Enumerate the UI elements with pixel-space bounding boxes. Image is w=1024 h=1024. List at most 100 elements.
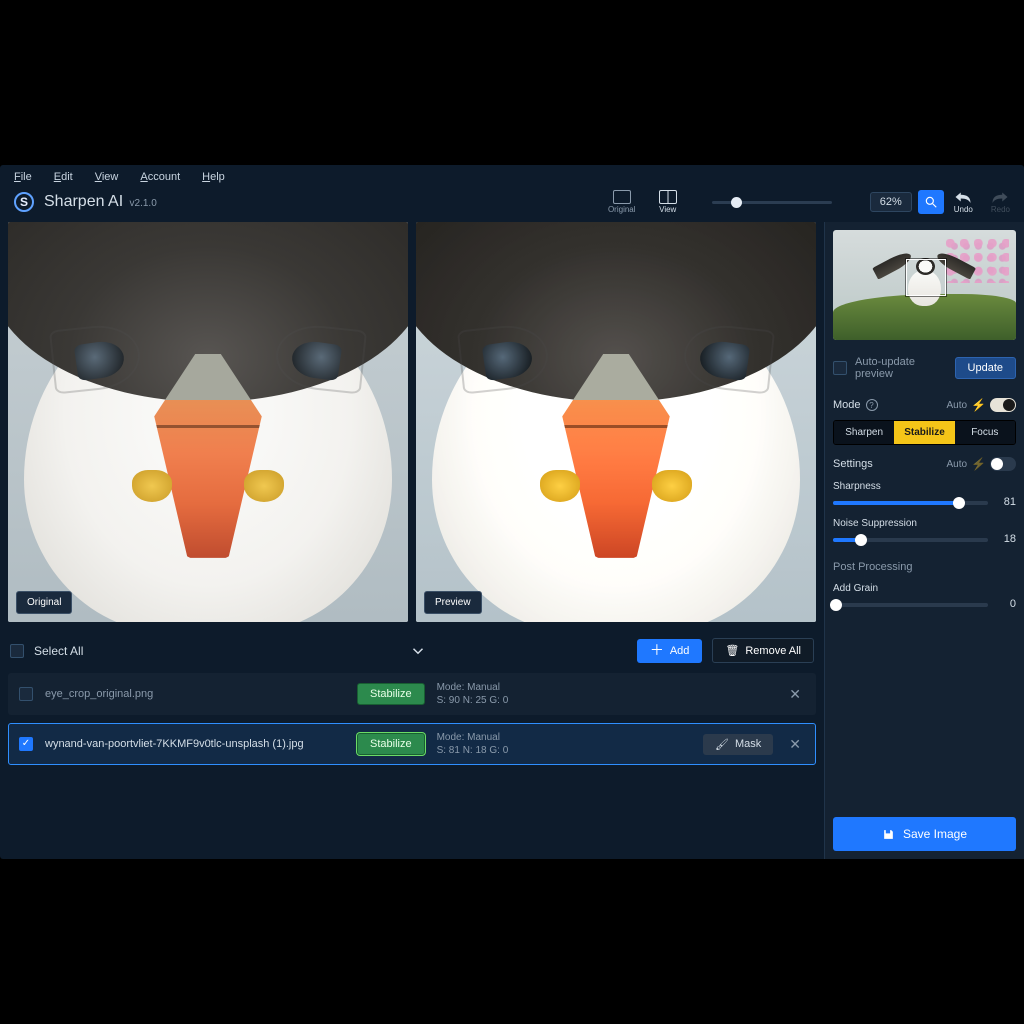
settings-sidebar: Auto-update preview Update Mode ? Auto ⚡… (824, 222, 1024, 859)
mode-tab-sharpen[interactable]: Sharpen (834, 421, 894, 444)
remove-all-button[interactable]: 🗑 Remove All (712, 638, 814, 663)
undo-label: Undo (954, 205, 973, 214)
preview-processed-image (416, 222, 816, 622)
magnifier-icon (924, 195, 938, 209)
preview-original-pane[interactable]: Original (8, 222, 408, 622)
view-split-label: View (659, 205, 676, 214)
mode-tabs: Sharpen Stabilize Focus (833, 420, 1016, 445)
mode-auto-toggle[interactable] (990, 398, 1016, 412)
file-mode-badge: Stabilize (357, 733, 425, 755)
zoom-slider[interactable] (712, 201, 832, 204)
noise-value: 18 (996, 533, 1016, 545)
file-params-line: S: 81 N: 18 G: 0 (437, 745, 509, 756)
noise-slider-thumb[interactable] (855, 534, 867, 546)
grain-value: 0 (996, 598, 1016, 610)
help-icon[interactable]: ? (866, 399, 878, 411)
preview-original-image (8, 222, 408, 622)
redo-icon (991, 190, 1009, 204)
menu-help[interactable]: Help (202, 171, 225, 183)
select-all-label: Select All (34, 644, 83, 658)
file-name: eye_crop_original.png (45, 688, 345, 700)
sharpness-slider[interactable] (833, 501, 988, 505)
menu-edit[interactable]: Edit (54, 171, 73, 183)
undo-icon (954, 190, 972, 204)
plus-icon: ＋ (650, 646, 664, 654)
menu-bar: File Edit View Account Help (0, 165, 1024, 186)
zoom-slider-thumb[interactable] (731, 197, 742, 208)
mask-button[interactable]: 🖌 Mask (703, 734, 773, 755)
chevron-down-icon[interactable] (409, 642, 427, 660)
add-file-button[interactable]: ＋ Add (637, 639, 703, 663)
mode-tab-stabilize[interactable]: Stabilize (894, 421, 954, 444)
noise-label: Noise Suppression (833, 518, 917, 529)
image-icon (613, 190, 631, 204)
mode-auto-label: Auto (946, 400, 967, 411)
preview-processed-pane[interactable]: Preview (416, 222, 816, 622)
settings-section-label: Settings (833, 458, 873, 470)
title-bar: S Sharpen AI v2.1.0 Original View 62% (0, 186, 1024, 222)
trash-icon: 🗑 (725, 644, 739, 657)
view-toggle: Original View (608, 190, 682, 214)
grain-slider[interactable] (833, 603, 988, 607)
preview-original-label: Original (16, 591, 72, 614)
file-meta: Mode: Manual S: 90 N: 25 G: 0 (437, 682, 509, 706)
menu-account[interactable]: Account (140, 171, 180, 183)
app-version: v2.1.0 (130, 198, 157, 209)
auto-update-checkbox[interactable] (833, 361, 847, 375)
bolt-icon: ⚡ (971, 398, 986, 412)
settings-auto-label: Auto (946, 459, 967, 470)
file-checkbox[interactable] (19, 687, 33, 701)
navigator-viewport[interactable] (906, 259, 946, 296)
mode-tab-focus[interactable]: Focus (955, 421, 1015, 444)
file-params-line: S: 90 N: 25 G: 0 (437, 695, 509, 706)
file-name: wynand-van-poortvliet-7KKMF9v0tlc-unspla… (45, 738, 345, 750)
file-remove-button[interactable]: ✕ (785, 686, 805, 703)
file-mode-line: Mode: Manual (437, 682, 509, 693)
post-processing-label: Post Processing (833, 561, 912, 573)
redo-button[interactable]: Redo (991, 190, 1010, 214)
file-remove-button[interactable]: ✕ (785, 736, 805, 753)
file-list: eye_crop_original.png Stabilize Mode: Ma… (0, 673, 824, 773)
add-file-label: Add (670, 645, 690, 657)
file-checkbox[interactable] (19, 737, 33, 751)
app-title: Sharpen AI (44, 193, 123, 210)
view-original-label: Original (608, 205, 636, 214)
file-mode-line: Mode: Manual (437, 732, 509, 743)
zoom-percent[interactable]: 62% (870, 192, 912, 212)
update-preview-button[interactable]: Update (955, 357, 1016, 379)
menu-file[interactable]: File (14, 171, 32, 183)
mode-section-label: Mode (833, 399, 861, 411)
auto-update-label: Auto-update preview (855, 356, 947, 380)
file-mode-badge: Stabilize (357, 683, 425, 705)
save-image-label: Save Image (903, 827, 967, 841)
settings-auto-toggle[interactable] (990, 457, 1016, 471)
undo-button[interactable]: Undo (954, 190, 973, 214)
sharpness-label: Sharpness (833, 481, 881, 492)
bolt-icon: ⚡ (971, 457, 986, 471)
select-all-checkbox[interactable] (10, 644, 24, 658)
grain-slider-thumb[interactable] (830, 599, 842, 611)
thumbnail-navigator[interactable] (833, 230, 1016, 340)
preview-area: Original Preview (0, 222, 824, 622)
redo-label: Redo (991, 205, 1010, 214)
grain-label: Add Grain (833, 583, 878, 594)
menu-view[interactable]: View (95, 171, 119, 183)
mask-label: Mask (735, 738, 761, 750)
app-logo: S (14, 192, 34, 212)
brush-icon: 🖌 (715, 738, 729, 751)
preview-processed-label: Preview (424, 591, 482, 614)
save-image-button[interactable]: Save Image (833, 817, 1016, 851)
file-meta: Mode: Manual S: 81 N: 18 G: 0 (437, 732, 509, 756)
file-action-bar: Select All ＋ Add 🗑 Remove All (0, 628, 824, 673)
file-row[interactable]: eye_crop_original.png Stabilize Mode: Ma… (8, 673, 816, 715)
sharpness-slider-thumb[interactable] (953, 497, 965, 509)
view-original-button[interactable]: Original (608, 190, 636, 214)
view-split-button[interactable]: View (654, 190, 682, 214)
split-view-icon (659, 190, 677, 204)
noise-slider[interactable] (833, 538, 988, 542)
file-row[interactable]: wynand-van-poortvliet-7KKMF9v0tlc-unspla… (8, 723, 816, 765)
zoom-fit-button[interactable] (918, 190, 944, 214)
sharpness-value: 81 (996, 496, 1016, 508)
remove-all-label: Remove All (745, 645, 801, 657)
save-icon (882, 828, 895, 841)
